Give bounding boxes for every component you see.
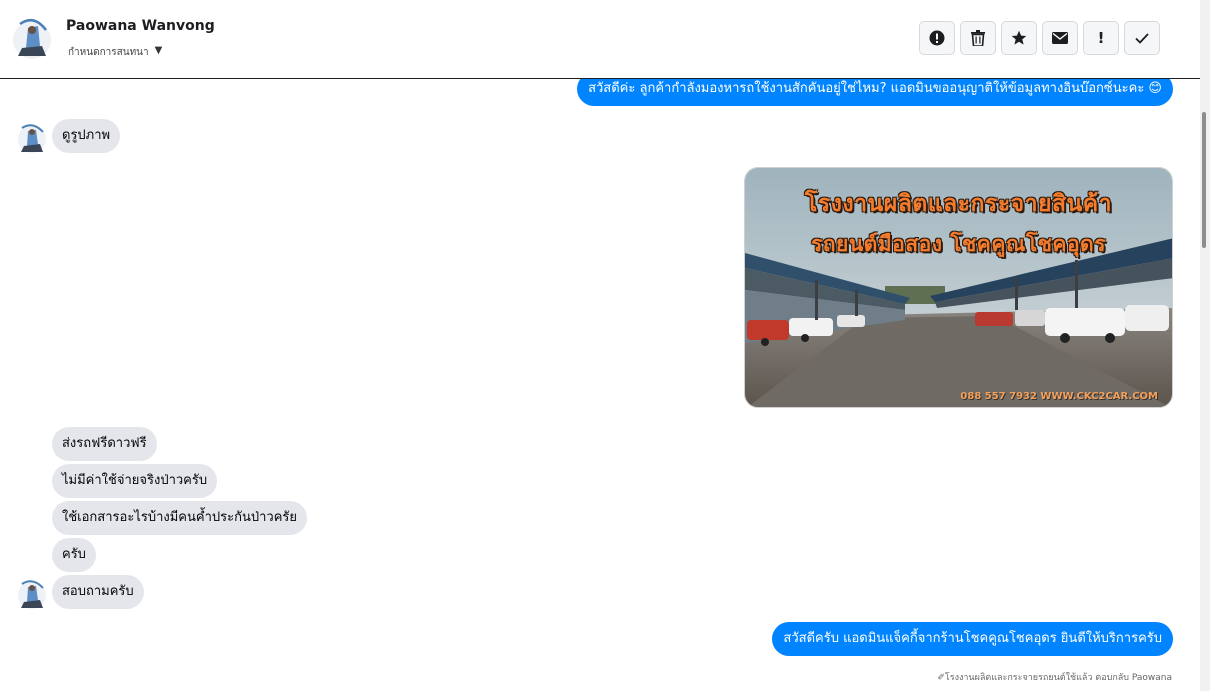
incoming-message[interactable]: ไม่มีค่าใช้จ่ายจริงป่าวครับ <box>52 464 218 498</box>
avatar[interactable] <box>17 578 47 610</box>
conversation-header: Paowana Wanvong กำหนดการสนทนา ▼ ! <box>0 0 1200 79</box>
avatar[interactable] <box>17 122 47 154</box>
contact-name[interactable]: Paowana Wanvong <box>66 18 215 34</box>
caret-down-icon: ▼ <box>154 45 163 56</box>
exclamation-icon: ! <box>1097 29 1105 47</box>
alert-circle-icon <box>929 30 945 46</box>
incoming-message[interactable]: ส่งรถฟรีดาวฟรี <box>52 427 157 461</box>
delete-button[interactable] <box>960 21 996 55</box>
photo-title-line-2: รถยนต์มือสอง โชคคูณโชคอุดร <box>811 232 1106 256</box>
star-button[interactable] <box>1001 21 1037 55</box>
incoming-message[interactable]: ใช้เอกสารอะไรบ้างมีคนค้ำประกันป่าวครัย <box>52 501 307 535</box>
scrollbar-thumb[interactable] <box>1202 112 1206 248</box>
incoming-message[interactable]: ครับ <box>52 538 96 572</box>
report-spam-button[interactable] <box>919 21 955 55</box>
follow-up-button[interactable]: ! <box>1083 21 1119 55</box>
mark-done-button[interactable] <box>1124 21 1160 55</box>
incoming-message[interactable]: สอบถามครับ <box>52 575 144 609</box>
conversation-actions: ! <box>919 21 1160 55</box>
mark-unread-button[interactable] <box>1042 21 1078 55</box>
reply-attribution: ✐โรงงานผลิตและกระจายรถยนต์ใช้แล้ว ตอบกลั… <box>937 673 1172 683</box>
star-icon <box>1011 30 1027 45</box>
scrollbar[interactable] <box>1200 0 1210 691</box>
photo-title-line-1: โรงงานผลิตและกระจายสินค้า <box>804 191 1113 217</box>
checkmark-icon <box>1135 32 1149 44</box>
assign-conversation-dropdown[interactable]: กำหนดการสนทนา ▼ <box>68 44 162 58</box>
trash-icon <box>971 30 985 46</box>
inbox-conversation: Paowana Wanvong กำหนดการสนทนา ▼ ! สวัสดี… <box>0 0 1210 691</box>
outgoing-message[interactable]: สวัสดีครับ แอดมินแจ็คกี้จากร้านโชคคูณโชค… <box>772 622 1173 656</box>
avatar[interactable] <box>12 16 52 60</box>
photo-contact-text: 088 557 7932 WWW.CKC2CAR.COM <box>960 391 1158 402</box>
image-attachment[interactable]: โรงงานผลิตและกระจายสินค้า รถยนต์มือสอง โ… <box>744 167 1173 408</box>
envelope-icon <box>1052 32 1068 44</box>
incoming-message[interactable]: ดูรูปภาพ <box>52 119 121 153</box>
assign-label: กำหนดการสนทนา <box>68 47 149 58</box>
